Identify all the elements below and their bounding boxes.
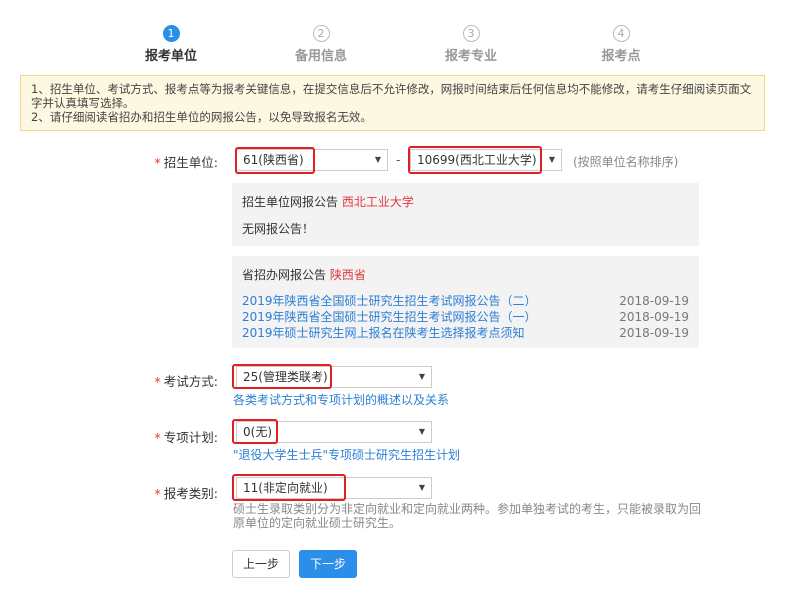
notice-link[interactable]: 2019年陕西省全国硕士研究生招生考试网报公告（一）: [242, 309, 537, 325]
step-1: 1 报考单位: [126, 25, 216, 64]
notice-line-2: 2、请仔细阅读省招办和招生单位的网报公告，以免导致报名无效。: [31, 110, 372, 124]
unit-sort-hint: (按照单位名称排序): [573, 155, 679, 169]
highlight-category: [232, 474, 346, 501]
step-2: 2 备用信息: [276, 25, 366, 64]
province-notice-list: 2019年陕西省全国硕士研究生招生考试网报公告（二） 2018-09-19 20…: [242, 293, 689, 341]
unit-notice-panel: 招生单位网报公告 西北工业大学 无网报公告！: [232, 183, 699, 246]
special-plan-label: 专项计划:: [163, 430, 218, 445]
category-description: 硕士生录取类别分为非定向就业和定向就业两种。参加单独考试的考生，只能被录取为回原…: [233, 502, 702, 530]
list-item[interactable]: 2019年陕西省全国硕士研究生招生考试网报公告（一） 2018-09-19: [242, 309, 689, 325]
province-panel-name[interactable]: 陕西省: [330, 268, 366, 282]
province-panel-title: 省招办网报公告: [242, 268, 327, 282]
unit-dash: -: [396, 153, 401, 167]
chevron-down-icon: ▼: [418, 372, 425, 381]
list-item[interactable]: 2019年陕西省全国硕士研究生招生考试网报公告（二） 2018-09-19: [242, 293, 689, 309]
highlight-province: [235, 147, 315, 174]
notice-link[interactable]: 2019年陕西省全国硕士研究生招生考试网报公告（二）: [242, 293, 537, 309]
exam-method-label: 考试方式:: [163, 374, 218, 389]
special-plan-link[interactable]: "退役大学生士兵"专项硕士研究生招生计划: [233, 446, 460, 463]
step-3: 3 报考专业: [426, 25, 516, 64]
prev-button[interactable]: 上一步: [232, 550, 290, 578]
notice-date: 2018-09-19: [619, 326, 689, 340]
highlight-school: [408, 146, 542, 174]
notice-line-1: 1、招生单位、考试方式、报考点等为报考关键信息，在提交信息后不允许修改，网报时间…: [31, 82, 752, 110]
province-notice-panel: 省招办网报公告 陕西省 2019年陕西省全国硕士研究生招生考试网报公告（二） 2…: [232, 256, 699, 348]
chevron-down-icon: ▼: [418, 483, 425, 492]
chevron-down-icon: ▼: [418, 427, 425, 436]
unit-panel-body: 无网报公告！: [242, 222, 315, 236]
list-item[interactable]: 2019年硕士研究生网上报名在陕考生选择报考点须知 2018-09-19: [242, 325, 689, 341]
step-4: 4 报考点: [576, 25, 666, 64]
step-1-label: 报考单位: [144, 49, 197, 64]
notice-date: 2018-09-19: [619, 310, 689, 324]
highlight-exam-method: [232, 364, 332, 389]
exam-method-label-wrap: * 考试方式:: [154, 374, 218, 389]
step-2-label: 备用信息: [294, 49, 347, 64]
special-plan-label-wrap: * 专项计划:: [154, 430, 218, 445]
chevron-down-icon: ▼: [374, 155, 381, 164]
unit-label: 招生单位:: [163, 155, 218, 170]
highlight-special-plan: [232, 419, 278, 444]
category-label: 报考类别:: [163, 486, 218, 501]
step-3-number: 3: [462, 25, 480, 42]
next-button[interactable]: 下一步: [299, 550, 357, 578]
step-1-number: 1: [162, 25, 180, 42]
step-4-label: 报考点: [601, 49, 641, 64]
step-3-label: 报考专业: [444, 49, 497, 64]
exam-method-link[interactable]: 各类考试方式和专项计划的概述以及关系: [233, 391, 449, 408]
step-indicator: 1 报考单位 2 备用信息 3 报考专业 4 报考点: [0, 0, 785, 70]
unit-label-wrap: * 招生单位:: [154, 155, 218, 170]
step-2-number: 2: [312, 25, 330, 42]
step-4-number: 4: [612, 25, 630, 42]
chevron-down-icon: ▼: [548, 155, 555, 164]
notice-link[interactable]: 2019年硕士研究生网上报名在陕考生选择报考点须知: [242, 325, 525, 341]
notice-box: 1、招生单位、考试方式、报考点等为报考关键信息，在提交信息后不允许修改，网报时间…: [20, 75, 765, 131]
notice-date: 2018-09-19: [619, 294, 689, 308]
category-label-wrap: * 报考类别:: [154, 486, 218, 501]
unit-panel-school[interactable]: 西北工业大学: [342, 195, 414, 209]
unit-panel-title: 招生单位网报公告: [242, 195, 339, 209]
